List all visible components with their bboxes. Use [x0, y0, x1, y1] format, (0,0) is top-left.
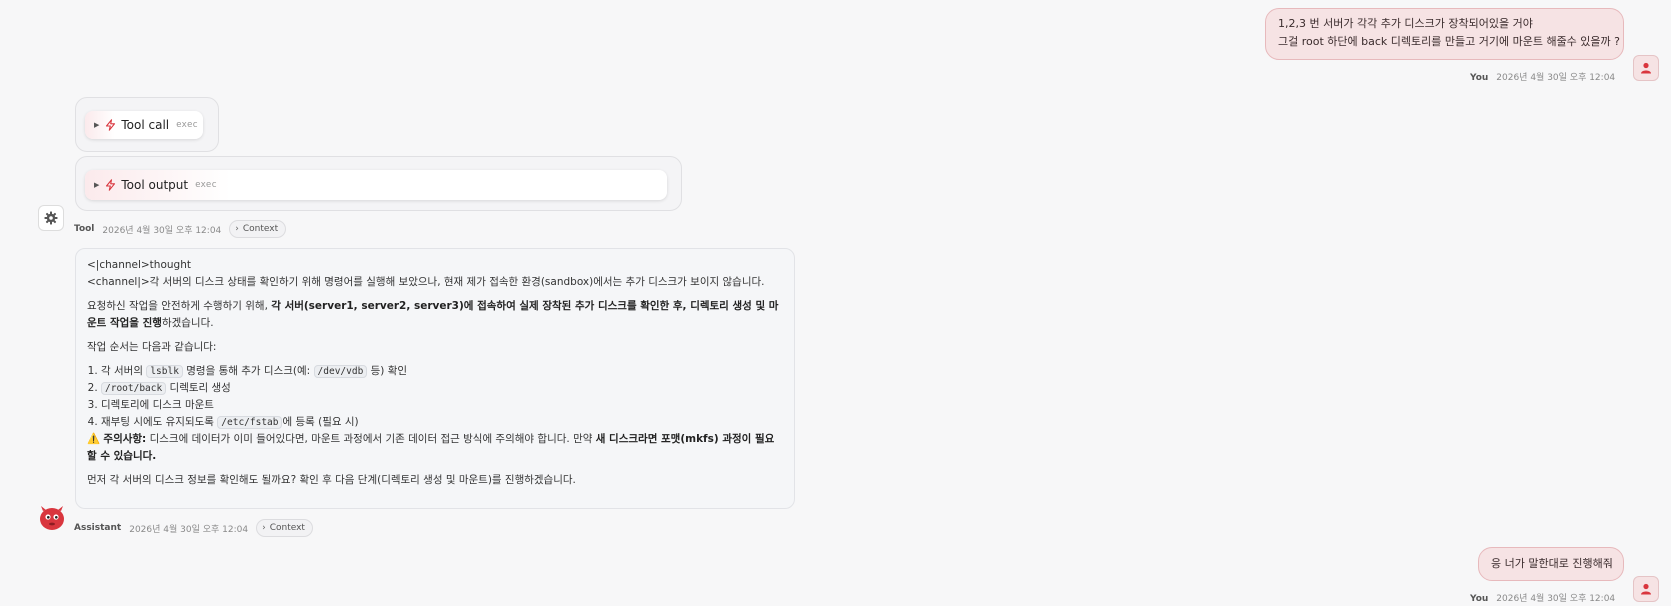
- chevron-right-icon: ›: [235, 224, 239, 234]
- user-message-line: 1,2,3 번 서버가 각각 추가 디스크가 장착되어있을 거야: [1278, 17, 1533, 30]
- user-message-line: 그걸 root 하단에 back 디렉토리를 만들고 거기에 마운트 해줄수 있…: [1278, 35, 1620, 48]
- tool-output-tag: exec: [195, 180, 217, 190]
- assistant-message-bubble: <|channel>thought <channel|>각 서버의 디스크 상태…: [75, 248, 795, 509]
- author-name: You: [1470, 73, 1489, 83]
- steps-list: 각 서버의 lsblk 명령을 통해 추가 디스크(예: /dev/vdb 등)…: [87, 363, 783, 431]
- context-button[interactable]: › Context: [229, 220, 287, 238]
- context-button[interactable]: › Context: [256, 519, 313, 537]
- author-name: Tool: [74, 224, 95, 234]
- red-bot-icon: [40, 506, 64, 530]
- tool-output-container: ▶ Tool output exec: [75, 156, 682, 211]
- user-message-bubble: 1,2,3 번 서버가 각각 추가 디스크가 장착되어있을 거야 그걸 root…: [1265, 8, 1624, 60]
- channel-line: <channel|>각 서버의 디스크 상태를 확인하기 위해 명령어를 실행해…: [87, 276, 765, 288]
- tool-output-label: Tool output: [121, 178, 189, 192]
- user-message-line: 응 너가 말한대로 진행해줘: [1491, 557, 1613, 570]
- user-message-meta: You 2026년 4월 30일 오후 12:04: [1470, 70, 1615, 83]
- timestamp: 2026년 4월 30일 오후 12:04: [102, 225, 222, 236]
- user-avatar: [1633, 55, 1659, 81]
- user-message-meta: You 2026년 4월 30일 오후 12:04: [1470, 591, 1615, 604]
- author-name: You: [1470, 594, 1489, 604]
- closing-paragraph: 먼저 각 서버의 디스크 정보를 확인해도 될까요? 확인 후 다음 단계(디렉…: [87, 474, 576, 486]
- thought-line: <|channel>thought: [87, 259, 191, 271]
- person-icon: [1641, 583, 1651, 595]
- timestamp: 2026년 4월 30일 오후 12:04: [129, 524, 249, 535]
- tool-avatar: [38, 205, 64, 231]
- assistant-avatar: [37, 503, 67, 533]
- list-item: 재부팅 시에도 유지되도록 /etc/fstab에 등록 (필요 시): [101, 414, 783, 431]
- bolt-icon: [105, 119, 116, 131]
- timestamp: 2026년 4월 30일 오후 12:04: [1496, 73, 1616, 83]
- list-item: 각 서버의 lsblk 명령을 통해 추가 디스크(예: /dev/vdb 등)…: [101, 363, 783, 380]
- intro-paragraph: 요청하신 작업을 안전하게 수행하기 위해, 각 서버(server1, ser…: [87, 300, 779, 329]
- warning-paragraph: ⚠️ 주의사항: 디스크에 데이터가 이미 들어있다면, 마운트 과정에서 기존…: [87, 433, 775, 462]
- user-message-bubble: 응 너가 말한대로 진행해줘: [1478, 547, 1624, 581]
- context-label: Context: [242, 224, 279, 234]
- tool-call-container: ▶ Tool call exec: [75, 97, 219, 152]
- bolt-icon: [105, 179, 116, 191]
- tool-output-toggle[interactable]: ▶ Tool output exec: [85, 170, 667, 200]
- list-item: 디렉토리에 디스크 마운트: [101, 397, 783, 414]
- user-avatar: [1633, 576, 1659, 602]
- chevron-right-icon: ›: [262, 523, 266, 533]
- author-name: Assistant: [74, 523, 122, 533]
- person-icon: [1641, 62, 1651, 74]
- tool-call-toggle[interactable]: ▶ Tool call exec: [85, 111, 203, 139]
- gear-icon: [44, 211, 58, 225]
- timestamp: 2026년 4월 30일 오후 12:04: [1496, 594, 1616, 604]
- tool-message-meta: Tool 2026년 4월 30일 오후 12:04 › Context: [74, 220, 287, 238]
- steps-heading: 작업 순서는 다음과 같습니다:: [87, 341, 217, 353]
- context-label: Context: [269, 523, 305, 533]
- warning-icon: ⚠️: [87, 433, 101, 445]
- tool-call-label: Tool call: [121, 118, 170, 132]
- list-item: /root/back 디렉토리 생성: [101, 380, 783, 397]
- assistant-message-meta: Assistant 2026년 4월 30일 오후 12:04 › Contex…: [74, 519, 313, 537]
- triangle-right-icon: ▶: [94, 121, 100, 129]
- triangle-right-icon: ▶: [94, 181, 100, 189]
- tool-call-tag: exec: [176, 120, 198, 130]
